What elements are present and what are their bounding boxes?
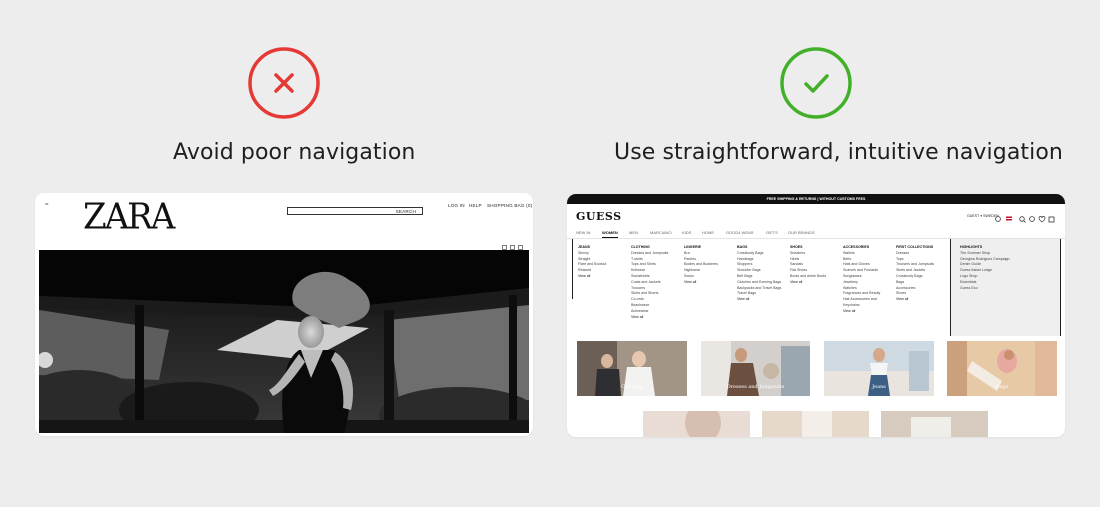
search-label: SEARCH [395,208,416,214]
category-tile-dresses[interactable]: Dresses and Jumpsuits [701,341,810,396]
product-tile[interactable] [643,403,750,437]
tab-men[interactable]: MEN [629,230,638,235]
menu-col-jeans: JEANS Skinny Straight Flare and Bootcut … [578,245,606,280]
menu-view-all[interactable]: View all [631,315,668,321]
menu-col-clothing: CLOTHING Dresses and Jumpsuits T-shirts … [631,245,668,320]
login-link[interactable]: LOG IN [448,203,465,208]
category-tile-jeans[interactable]: Jeans [824,341,934,396]
tab-women[interactable]: WOMEN [602,230,618,238]
menu-col-first-collections: FIRST COLLECTIONS Dresses Tops Trousers … [896,245,934,303]
tab-good4-wear[interactable]: GOOD4 WEAR [726,230,754,235]
tab-gifts[interactable]: GIFTS [766,230,778,235]
hero-photo [39,250,529,433]
guess-logo[interactable]: GUESS [576,210,622,223]
use-heading: Use straightforward, intuitive navigatio… [614,140,1063,165]
product-tile[interactable] [762,411,869,437]
zara-screenshot: = ZARA SEARCH LOG IN HELP SHOPPING BAG (… [35,193,533,436]
promo-banner-text: FREE SHIPPING & RETURNS | WITHOUT CUSTOM… [766,197,866,201]
tile-caption: Clothing [621,384,643,390]
menu-view-all[interactable]: View all [843,309,891,315]
menu-item[interactable]: Clutches and Evening Bags [737,280,781,286]
menu-col-shoes: SHOES Sneakers Heels Sandals Flat Shoes … [790,245,826,286]
menu-col-highlights: HIGHLIGHTS The Summer Shop Georgina Rodr… [960,245,1010,291]
view-icons[interactable] [502,238,526,250]
mega-menu: JEANS Skinny Straight Flare and Bootcut … [567,238,1065,336]
menu-item[interactable]: Boots and Ankle Boots [790,274,826,280]
zara-logo[interactable]: ZARA [83,196,175,238]
category-tile-clothing[interactable]: Clothing [577,341,687,396]
tab-new-in[interactable]: NEW IN [576,230,590,235]
menu-item[interactable]: Guess Eco [960,286,1010,292]
avoid-icon [247,46,321,120]
tab-marciano[interactable]: MARCIANO [650,230,672,235]
search-input[interactable]: SEARCH [287,207,423,215]
avoid-heading: Avoid poor navigation [173,140,416,165]
menu-view-all[interactable]: View all [578,274,606,280]
menu-left-rule [572,239,573,299]
menu-col-title: FIRST COLLECTIONS [896,245,934,249]
menu-view-all[interactable]: View all [790,280,826,286]
tile-caption: Jeans [872,384,886,390]
shopping-bag-link[interactable]: SHOPPING BAG (0) [487,203,532,208]
main-nav-tabs: NEW IN WOMEN MEN MARCIANO KIDS HOME GOOD… [576,230,876,238]
guess-screenshot: FREE SHIPPING & RETURNS | WITHOUT CUSTOM… [567,194,1065,437]
menu-col-accessories: ACCESSORIES Wallets Belts Hats and Glove… [843,245,891,315]
tile-caption: Dresses and Jumpsuits [726,384,785,390]
menu-icon[interactable]: = [45,202,49,208]
menu-item[interactable]: Dresses and Jumpsuits [631,251,668,257]
header-icons[interactable] [995,212,1057,223]
use-icon [779,46,853,120]
menu-view-all[interactable]: View all [684,280,718,286]
menu-view-all[interactable]: View all [737,297,781,303]
menu-view-all[interactable]: View all [896,297,934,303]
product-tile[interactable] [881,411,988,437]
tab-kids[interactable]: KIDS [682,230,691,235]
tab-home[interactable]: HOME [702,230,714,235]
category-tile-bags[interactable]: Bags [947,341,1057,396]
help-link[interactable]: HELP [469,203,482,208]
menu-item[interactable]: Hair Accessories and Keychains [843,297,891,309]
menu-col-lingerie: LINGERIE Bra Panties Bodies and Bustiere… [684,245,718,286]
tile-caption: Bags [995,384,1009,390]
promo-banner: FREE SHIPPING & RETURNS | WITHOUT CUSTOM… [567,194,1065,204]
menu-col-bags: BAGS Crossbody Bags Handbags Shoppers Sh… [737,245,781,303]
tab-our-brands[interactable]: OUR BRANDS [788,230,815,235]
